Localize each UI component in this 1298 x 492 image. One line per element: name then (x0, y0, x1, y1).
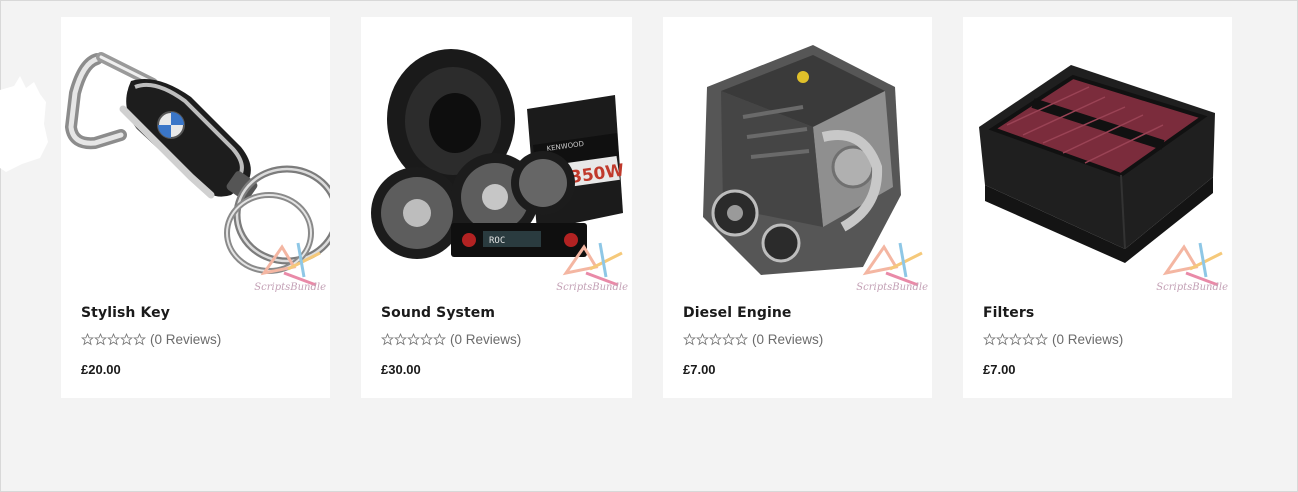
product-grid: ScriptsBundle Stylish Key (0 Reviews) £2… (61, 17, 1232, 398)
product-title[interactable]: Diesel Engine (683, 305, 792, 321)
air-filter-image[interactable]: ScriptsBundle (963, 17, 1232, 297)
rating-row: (0 Reviews) (81, 332, 221, 347)
product-card-diesel-engine[interactable]: ScriptsBundle Diesel Engine (0 Reviews) … (663, 17, 932, 398)
review-count[interactable]: (0 Reviews) (752, 332, 823, 347)
rating-row: (0 Reviews) (683, 332, 823, 347)
review-count[interactable]: (0 Reviews) (1052, 332, 1123, 347)
product-price: £7.00 (983, 362, 1016, 377)
rating-row: (0 Reviews) (983, 332, 1123, 347)
product-card-filters[interactable]: ScriptsBundle Filters (0 Reviews) £7.00 (963, 17, 1232, 398)
star-rating-icon (381, 333, 446, 346)
product-price: £7.00 (683, 362, 716, 377)
product-title[interactable]: Sound System (381, 305, 495, 321)
sound-system-image[interactable]: KENWOOD 350W ROC ScriptsBundle (361, 17, 632, 297)
product-title[interactable]: Filters (983, 305, 1034, 321)
watermark-text: ScriptsBundle (556, 282, 628, 293)
watermark-text: ScriptsBundle (856, 282, 928, 293)
key-fob-image[interactable]: ScriptsBundle (61, 17, 330, 297)
star-rating-icon (983, 333, 1048, 346)
watermark-text: ScriptsBundle (1156, 282, 1228, 293)
product-card-stylish-key[interactable]: ScriptsBundle Stylish Key (0 Reviews) £2… (61, 17, 330, 398)
watermark-text: ScriptsBundle (254, 282, 326, 293)
product-price: £30.00 (381, 362, 421, 377)
engine-image[interactable]: ScriptsBundle (663, 17, 932, 297)
product-price: £20.00 (81, 362, 121, 377)
edge-artifact (0, 76, 48, 172)
review-count[interactable]: (0 Reviews) (150, 332, 221, 347)
review-count[interactable]: (0 Reviews) (450, 332, 521, 347)
star-rating-icon (81, 333, 146, 346)
star-rating-icon (683, 333, 748, 346)
rating-row: (0 Reviews) (381, 332, 521, 347)
product-title[interactable]: Stylish Key (81, 305, 170, 321)
product-card-sound-system[interactable]: KENWOOD 350W ROC ScriptsBundle Sound Sys… (361, 17, 632, 398)
head-unit-display: ROC (489, 236, 505, 246)
